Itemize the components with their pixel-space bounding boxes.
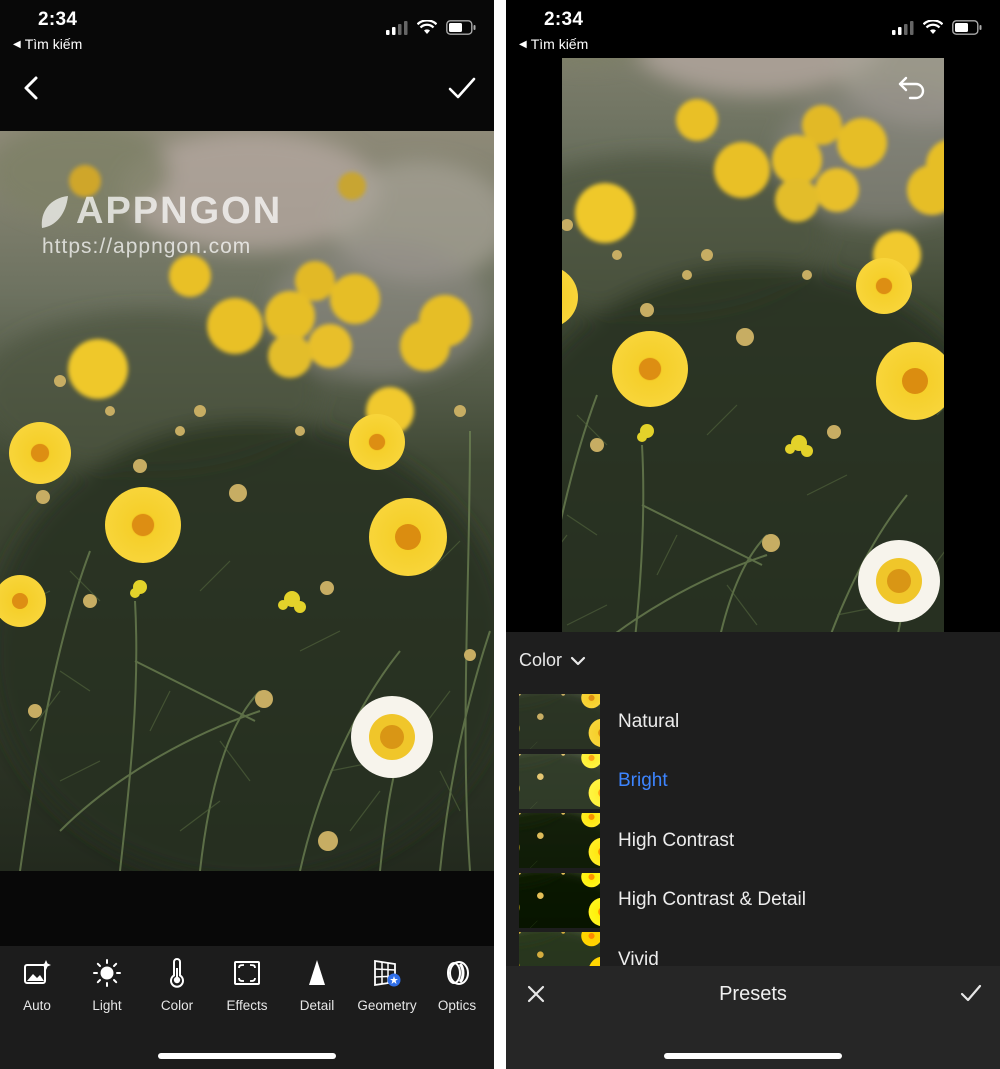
tool-label: Light xyxy=(92,998,122,1013)
grid-badge-icon xyxy=(374,959,401,987)
preset-category-dropdown[interactable]: Color xyxy=(519,650,586,671)
lens-icon xyxy=(447,961,469,985)
wifi-icon xyxy=(923,20,943,34)
tool-color[interactable]: Color xyxy=(144,946,210,1013)
undo-icon[interactable] xyxy=(896,74,930,100)
tool-label: Optics xyxy=(437,998,477,1013)
system-indicators xyxy=(386,20,476,35)
tool-label: Auto xyxy=(23,998,51,1013)
wifi-icon xyxy=(417,20,437,34)
sun-icon xyxy=(93,959,121,987)
preset-name: Natural xyxy=(618,710,680,732)
preset-bright[interactable]: Bright xyxy=(519,752,1000,812)
preset-high-contrast-detail[interactable]: High Contrast & Detail xyxy=(519,871,1000,931)
preset-category-label: Color xyxy=(519,650,563,670)
preset-name: High Contrast xyxy=(618,829,735,851)
status-bar: 2:34 ◀ Tìm kiếm xyxy=(506,0,1000,58)
tool-geometry[interactable]: Geometry xyxy=(354,946,420,1013)
preset-name: Bright xyxy=(618,770,668,792)
watermark-url: https://appngon.com xyxy=(42,235,252,258)
tool-optics[interactable]: Optics xyxy=(424,946,490,1013)
status-time: 2:34 xyxy=(38,9,78,30)
preset-natural[interactable]: Natural xyxy=(519,692,1000,752)
apply-check-icon[interactable] xyxy=(960,982,982,1004)
edit-toolbar: Auto Light Color Effects Detail Geometry… xyxy=(0,946,494,1069)
tool-detail[interactable]: Detail xyxy=(284,946,350,1013)
preset-thumbnail xyxy=(519,873,600,928)
presets-screen: 2:34 ◀ Tìm kiếm Color Natural Bright Hig… xyxy=(506,0,1000,1069)
signal-icon xyxy=(386,20,408,35)
battery-icon xyxy=(446,20,476,35)
auto-image-icon xyxy=(24,960,51,984)
watermark-brand: APPNGON xyxy=(76,190,283,232)
back-triangle-icon: ◀ xyxy=(13,38,21,50)
battery-icon xyxy=(952,20,982,35)
home-indicator[interactable] xyxy=(664,1053,842,1059)
back-to-app[interactable]: ◀ Tìm kiếm xyxy=(13,36,82,52)
preset-vivid[interactable]: Vivid xyxy=(519,930,1000,967)
leaf-logo-icon xyxy=(41,195,68,228)
preset-name: Vivid xyxy=(618,948,659,967)
preset-thumbnail xyxy=(519,813,600,868)
tool-label: Color xyxy=(160,998,194,1013)
thermometer-icon xyxy=(170,958,184,988)
back-to-app[interactable]: ◀ Tìm kiếm xyxy=(519,36,588,52)
chevron-down-icon xyxy=(570,656,586,665)
preset-thumbnail xyxy=(519,754,600,809)
tool-auto[interactable]: Auto xyxy=(4,946,70,1013)
presets-bottom-bar: Presets xyxy=(506,966,1000,1069)
system-indicators xyxy=(892,20,982,35)
back-to-app-label: Tìm kiếm xyxy=(24,36,83,52)
presets-panel: Color Natural Bright High Contrast High … xyxy=(506,632,1000,1069)
edit-screen: 2:34 ◀ Tìm kiếm APPNGON https://appngon.… xyxy=(0,0,494,1069)
preset-thumbnail xyxy=(519,932,600,967)
photo-preview[interactable] xyxy=(562,58,944,632)
preset-high-contrast[interactable]: High Contrast xyxy=(519,811,1000,871)
done-check-icon[interactable] xyxy=(446,72,478,104)
tool-light[interactable]: Light xyxy=(74,946,140,1013)
watermark: APPNGON https://appngon.com xyxy=(38,190,282,259)
back-to-app-label: Tìm kiếm xyxy=(530,36,589,52)
triangle-icon xyxy=(309,960,325,985)
status-bar: 2:34 ◀ Tìm kiếm xyxy=(0,0,494,58)
signal-icon xyxy=(892,20,914,35)
back-chevron-icon[interactable] xyxy=(18,72,46,104)
status-time: 2:34 xyxy=(544,9,584,30)
tool-label: Geometry xyxy=(357,998,417,1013)
preset-name: High Contrast & Detail xyxy=(618,889,806,911)
preset-thumbnail xyxy=(519,694,600,749)
back-triangle-icon: ◀ xyxy=(519,38,527,50)
tool-label: Detail xyxy=(299,998,335,1013)
home-indicator[interactable] xyxy=(158,1053,336,1059)
tool-label: Effects xyxy=(226,998,268,1013)
vignette-icon xyxy=(234,961,260,985)
tool-effects[interactable]: Effects xyxy=(214,946,280,1013)
preset-list[interactable]: Natural Bright High Contrast High Contra… xyxy=(519,692,1000,967)
presets-title: Presets xyxy=(719,983,787,1005)
